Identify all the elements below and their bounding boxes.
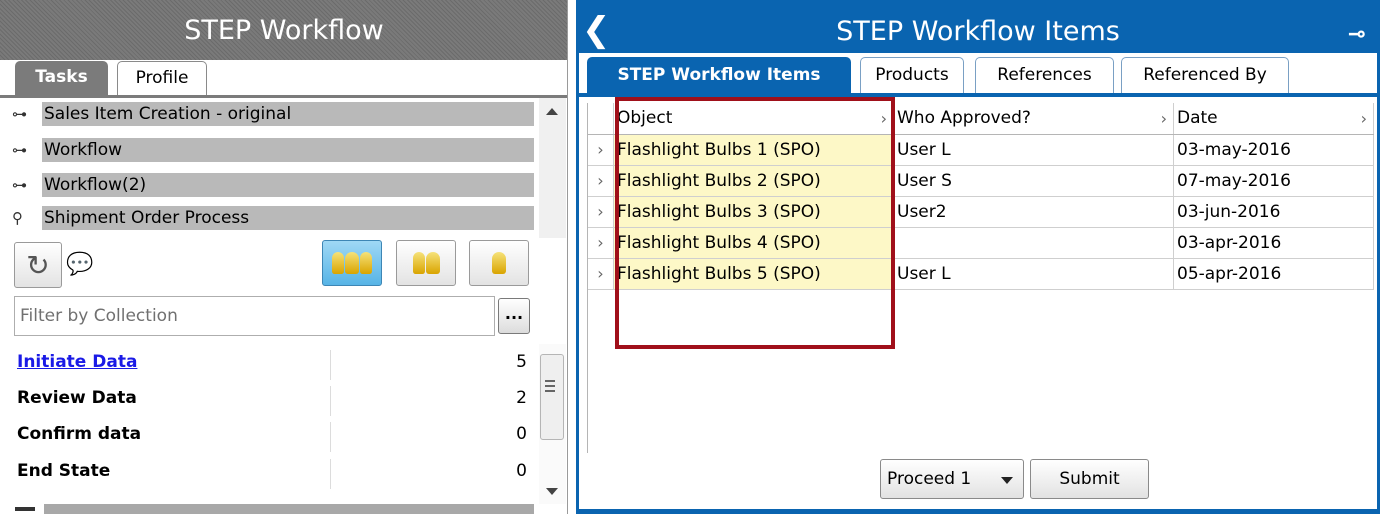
column-object[interactable]: Object › (614, 103, 894, 134)
date-cell: 03-jun-2016 (1174, 197, 1374, 227)
workflow-item[interactable]: ⊶ Workflow(2) (12, 171, 534, 199)
workflow-items-panel: ❮ STEP Workflow Items ⊸ STEP Workflow It… (576, 0, 1380, 514)
refresh-icon: ↻ (26, 248, 50, 282)
expand-row-icon[interactable]: › (588, 135, 614, 165)
column-who-approved[interactable]: Who Approved? › (894, 103, 1174, 134)
group-users-button[interactable] (396, 240, 456, 286)
state-count: 0 (516, 424, 527, 444)
state-count: 2 (516, 388, 527, 408)
submit-button[interactable]: Submit (1030, 459, 1149, 499)
workflow-item-partial (44, 504, 534, 514)
pin-icon[interactable]: ⊸ (1348, 22, 1366, 48)
tab-references[interactable]: References (975, 57, 1114, 93)
date-cell: 07-may-2016 (1174, 166, 1374, 196)
workflow-label: Sales Item Creation - original (44, 104, 292, 124)
expand-row-icon[interactable]: › (588, 166, 614, 196)
collapsed-node-icon[interactable] (15, 507, 35, 511)
who-approved-cell: User2 (894, 197, 1174, 227)
group-tasks-button[interactable] (322, 240, 382, 286)
expanded-node-icon[interactable]: ⚲ (12, 209, 42, 227)
browse-collection-button[interactable]: ... (498, 298, 530, 334)
date-cell: 03-may-2016 (1174, 135, 1374, 165)
state-name: Review Data (17, 388, 137, 408)
workflow-item[interactable]: ⊶ Sales Item Creation - original (12, 100, 534, 128)
scroll-up-icon[interactable] (546, 108, 558, 115)
items-grid: Object › Who Approved? › Date › › Flashligh… (587, 103, 1374, 453)
tab-underline (579, 93, 1377, 97)
table-row[interactable]: › Flashlight Bulbs 2 (SPO) User S 07-may… (588, 166, 1374, 197)
workflow-scrollbar[interactable] (539, 98, 566, 238)
filter-by-collection-input[interactable]: Filter by Collection (14, 296, 495, 336)
table-row[interactable]: › Flashlight Bulbs 5 (SPO) User L 05-apr… (588, 259, 1374, 290)
workflow-label: Workflow (44, 140, 123, 160)
column-date[interactable]: Date › (1174, 103, 1374, 134)
tab-products[interactable]: Products (860, 57, 964, 93)
refresh-button[interactable]: ↻ (14, 242, 62, 288)
expand-row-icon[interactable]: › (588, 197, 614, 227)
chevron-down-icon (1001, 477, 1013, 484)
object-cell[interactable]: Flashlight Bulbs 5 (SPO) (614, 259, 894, 289)
object-cell[interactable]: Flashlight Bulbs 2 (SPO) (614, 166, 894, 196)
state-name: End State (17, 461, 111, 481)
state-scrollbar[interactable] (539, 344, 566, 504)
state-name: Confirm data (17, 424, 142, 444)
who-approved-cell (894, 228, 1174, 258)
single-user-button[interactable] (469, 240, 529, 286)
workflow-list: ⊶ Sales Item Creation - original ⊶ Workf… (0, 98, 537, 235)
group-users-icon (412, 252, 440, 274)
workflow-item[interactable]: ⊶ Workflow (12, 136, 534, 164)
table-row[interactable]: › Flashlight Bulbs 4 (SPO) 03-apr-2016 (588, 228, 1374, 259)
left-tab-bar: Tasks Profile (0, 60, 567, 98)
state-row[interactable]: Initiate Data 5 (0, 344, 535, 380)
tab-step-workflow-items[interactable]: STEP Workflow Items (587, 57, 851, 93)
state-row[interactable]: End State 0 (0, 453, 535, 489)
collapsed-node-icon[interactable]: ⊶ (12, 141, 42, 159)
collapsed-node-icon[interactable]: ⊶ (12, 105, 42, 123)
tab-referenced-by[interactable]: Referenced By (1121, 57, 1289, 93)
object-cell[interactable]: Flashlight Bulbs 1 (SPO) (614, 135, 894, 165)
who-approved-cell: User S (894, 166, 1174, 196)
state-name[interactable]: Initiate Data (17, 352, 137, 372)
panel-title: STEP Workflow (0, 0, 567, 60)
grip-icon (545, 380, 555, 395)
expand-row-icon[interactable]: › (588, 228, 614, 258)
state-row[interactable]: Review Data 2 (0, 380, 535, 416)
panel-title: STEP Workflow Items (836, 16, 1120, 47)
state-count: 0 (516, 461, 527, 481)
state-list: Initiate Data 5 Review Data 2 Confirm da… (0, 344, 537, 504)
workflow-item[interactable]: ⚲ Shipment Order Process (12, 204, 534, 232)
who-approved-cell: User L (894, 259, 1174, 289)
sort-chevron-icon[interactable]: › (1361, 103, 1367, 134)
sort-chevron-icon[interactable]: › (1161, 103, 1167, 134)
tab-tasks[interactable]: Tasks (15, 61, 108, 96)
comment-icon[interactable]: 💬 (66, 252, 93, 277)
tab-profile[interactable]: Profile (117, 61, 207, 96)
date-cell: 03-apr-2016 (1174, 228, 1374, 258)
proceed-dropdown[interactable]: Proceed 1 (880, 459, 1024, 499)
workflow-panel: STEP Workflow Tasks Profile ⊶ Sales Item… (0, 0, 568, 514)
object-cell[interactable]: Flashlight Bulbs 3 (SPO) (614, 197, 894, 227)
state-count: 5 (516, 352, 527, 372)
single-user-icon (492, 252, 506, 274)
scroll-down-icon[interactable] (546, 488, 558, 495)
sort-chevron-icon[interactable]: › (881, 103, 887, 134)
expand-row-icon[interactable]: › (588, 259, 614, 289)
object-cell[interactable]: Flashlight Bulbs 4 (SPO) (614, 228, 894, 258)
table-row[interactable]: › Flashlight Bulbs 1 (SPO) User L 03-may… (588, 135, 1374, 166)
table-row[interactable]: › Flashlight Bulbs 3 (SPO) User2 03-jun-… (588, 197, 1374, 228)
workflow-label: Workflow(2) (44, 175, 147, 195)
collapsed-node-icon[interactable]: ⊶ (12, 176, 42, 194)
scroll-thumb[interactable] (540, 354, 564, 440)
workflow-label: Shipment Order Process (44, 208, 250, 228)
grid-header: Object › Who Approved? › Date › (588, 103, 1374, 135)
date-cell: 05-apr-2016 (1174, 259, 1374, 289)
state-row[interactable]: Confirm data 0 (0, 416, 535, 452)
group-tasks-icon (332, 252, 372, 274)
right-tab-bar: STEP Workflow Items Products References … (579, 53, 1377, 97)
who-approved-cell: User L (894, 135, 1174, 165)
workflow-items-content: STEP Workflow Items Products References … (579, 53, 1377, 509)
